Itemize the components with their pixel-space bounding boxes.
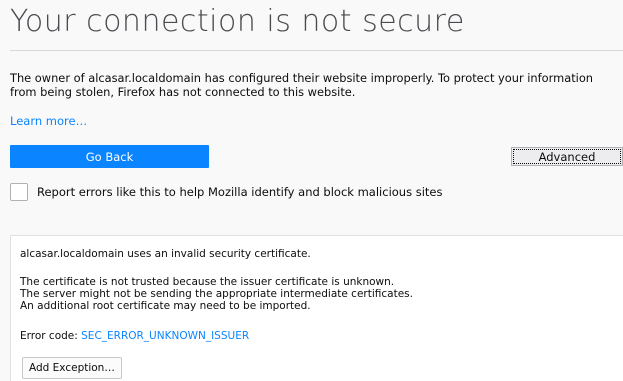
certificate-reason: The server might not be sending the appr…	[20, 288, 413, 300]
error-code-label: Error code:	[20, 330, 78, 342]
advanced-details-panel: alcasar.localdomain uses an invalid secu…	[10, 235, 623, 381]
report-errors-label[interactable]: Report errors like this to help Mozilla …	[37, 185, 443, 199]
add-exception-button[interactable]: Add Exception…	[22, 357, 122, 379]
description-line-2: from being stolen, Firefox has not conne…	[10, 84, 356, 99]
certificate-reason: The certificate is not trusted because t…	[20, 276, 395, 288]
learn-more-link[interactable]: Learn more…	[10, 114, 87, 128]
error-code-line: Error code: SEC_ERROR_UNKNOWN_ISSUER	[20, 330, 249, 342]
go-back-button[interactable]: Go Back	[10, 145, 209, 168]
error-description: The owner of alcasar.localdomain has con…	[10, 71, 623, 99]
cert-error-page: Your connection is not secure The owner …	[0, 0, 623, 381]
report-errors-checkbox[interactable]	[10, 183, 28, 201]
error-code-link[interactable]: SEC_ERROR_UNKNOWN_ISSUER	[81, 330, 249, 342]
description-line-1: The owner of alcasar.localdomain has con…	[10, 71, 594, 85]
page-title: Your connection is not secure	[10, 4, 465, 39]
title-divider	[10, 50, 623, 51]
advanced-button[interactable]: Advanced	[511, 147, 623, 166]
certificate-reason: An additional root certificate may need …	[20, 300, 311, 312]
certificate-summary: alcasar.localdomain uses an invalid secu…	[20, 248, 311, 260]
